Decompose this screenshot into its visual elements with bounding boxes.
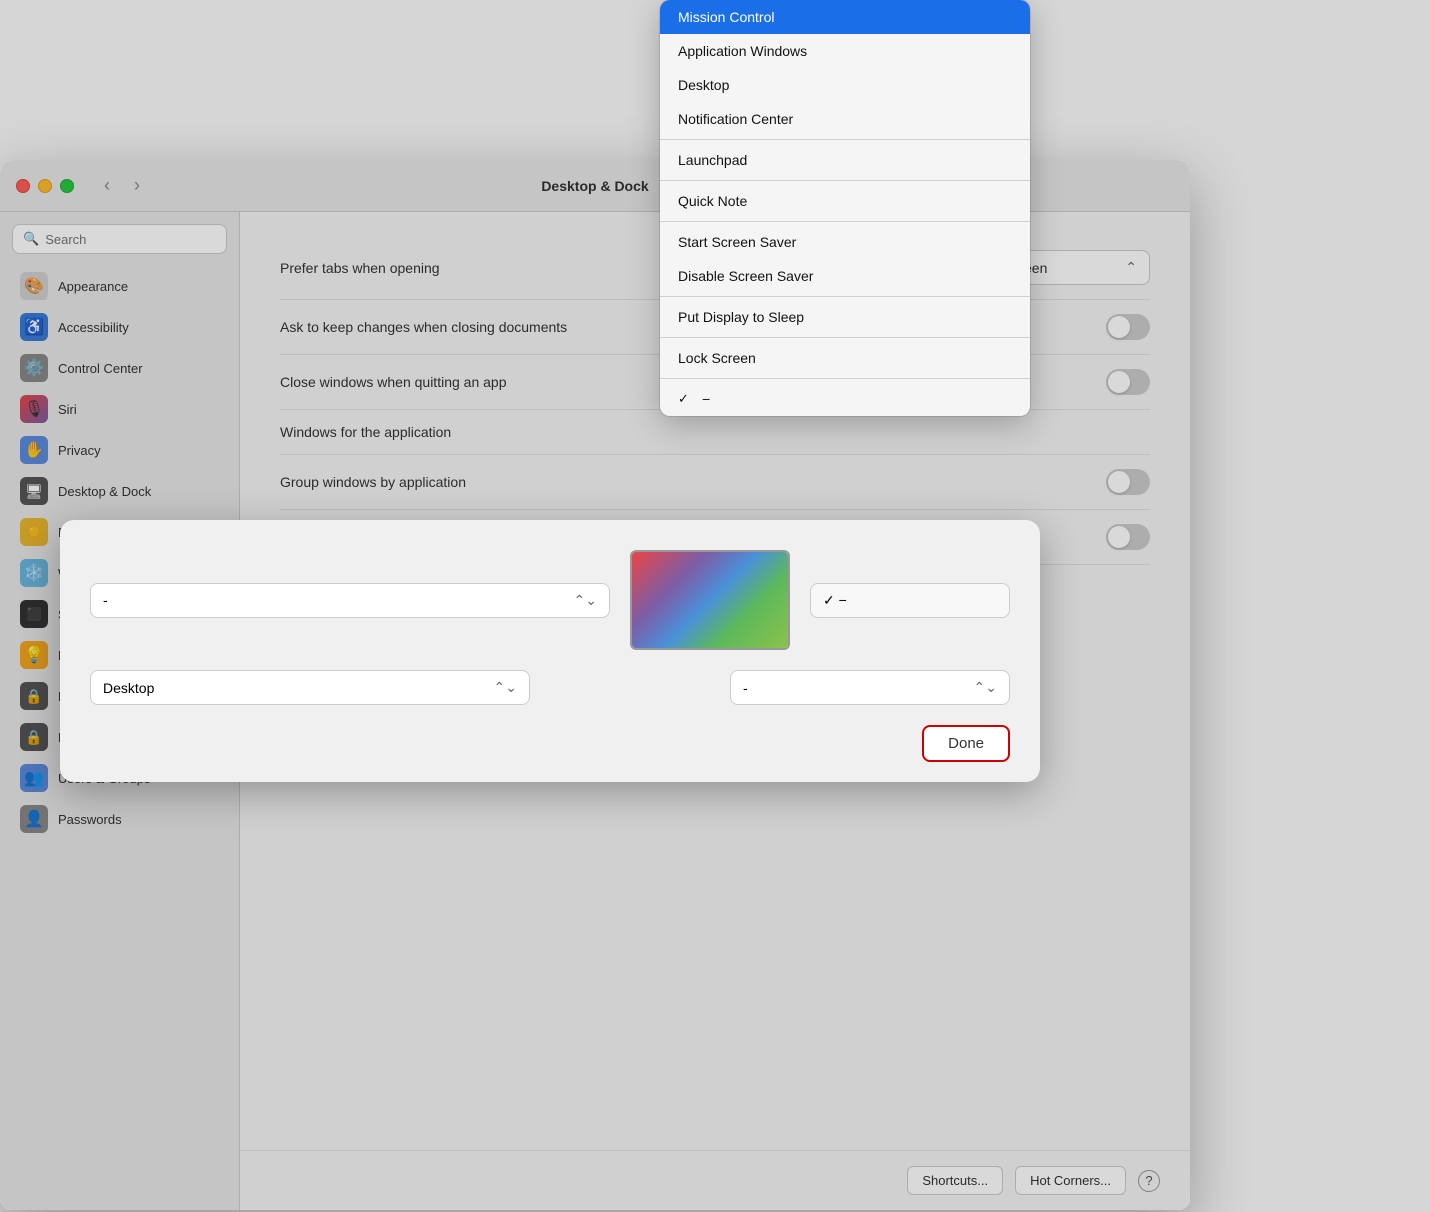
disable-screen-saver-label: Disable Screen Saver — [678, 268, 813, 284]
modal-second-stepper: ⌃⌄ — [494, 679, 517, 696]
dropdown-item-disable-screen-saver[interactable]: Disable Screen Saver — [660, 259, 1030, 293]
modal-second-row: Desktop ⌃⌄ - ⌃⌄ — [90, 670, 1010, 705]
dropdown-menu: Mission Control Application Windows Desk… — [660, 0, 1030, 416]
lock-screen-menu-label: Lock Screen — [678, 350, 756, 366]
dropdown-divider-4 — [660, 296, 1030, 297]
modal-left-stepper: ⌃⌄ — [574, 592, 597, 609]
dropdown-item-launchpad[interactable]: Launchpad — [660, 143, 1030, 177]
modal-left-value: - — [103, 592, 108, 608]
desktop-gradient — [632, 552, 788, 648]
dropdown-item-notification-center[interactable]: Notification Center — [660, 102, 1030, 136]
dropdown-item-application-windows[interactable]: Application Windows — [660, 34, 1030, 68]
modal-right-select[interactable]: - ⌃⌄ — [730, 670, 1010, 705]
modal-middle-select[interactable]: ✓ − — [810, 583, 1010, 618]
launchpad-label: Launchpad — [678, 152, 747, 168]
quick-note-label: Quick Note — [678, 193, 747, 209]
modal-right-stepper: ⌃⌄ — [974, 679, 997, 696]
modal-middle-value: ✓ − — [823, 592, 847, 609]
application-windows-label: Application Windows — [678, 43, 807, 59]
mission-control-label: Mission Control — [678, 9, 774, 25]
dropdown-divider-5 — [660, 337, 1030, 338]
notification-center-label: Notification Center — [678, 111, 793, 127]
dropdown-item-put-display-sleep[interactable]: Put Display to Sleep — [660, 300, 1030, 334]
modal-left-select[interactable]: - ⌃⌄ — [90, 583, 610, 618]
dropdown-divider-6 — [660, 378, 1030, 379]
modal-done-row: Done — [90, 725, 1010, 762]
dropdown-divider-1 — [660, 139, 1030, 140]
start-screen-saver-label: Start Screen Saver — [678, 234, 796, 250]
dropdown-divider-2 — [660, 180, 1030, 181]
dash-label: − — [702, 391, 710, 407]
modal-right-value: - — [743, 680, 748, 696]
dropdown-item-lock-screen[interactable]: Lock Screen — [660, 341, 1030, 375]
dropdown-item-desktop[interactable]: Desktop — [660, 68, 1030, 102]
dash-check: ✓ — [678, 391, 694, 407]
dropdown-item-start-screen-saver[interactable]: Start Screen Saver — [660, 225, 1030, 259]
dropdown-item-dash[interactable]: ✓ − — [660, 382, 1030, 416]
dropdown-item-quick-note[interactable]: Quick Note — [660, 184, 1030, 218]
modal-second-left-select[interactable]: Desktop ⌃⌄ — [90, 670, 530, 705]
dropdown-divider-3 — [660, 221, 1030, 222]
desktop-label: Desktop — [678, 77, 729, 93]
modal-second-left-value: Desktop — [103, 680, 154, 696]
put-display-sleep-label: Put Display to Sleep — [678, 309, 804, 325]
modal-sheet: - ⌃⌄ ✓ − Desktop ⌃⌄ - ⌃⌄ Done — [60, 520, 1040, 782]
done-button[interactable]: Done — [922, 725, 1010, 762]
desktop-thumbnail — [630, 550, 790, 650]
modal-first-row: - ⌃⌄ ✓ − — [90, 550, 1010, 650]
dropdown-item-mission-control[interactable]: Mission Control — [660, 0, 1030, 34]
